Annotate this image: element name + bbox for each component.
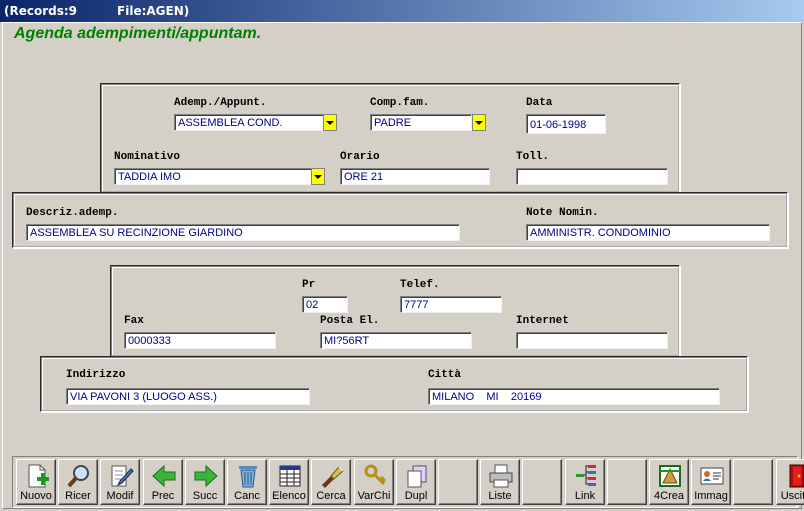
posta-field[interactable]: MI?56RT	[320, 332, 472, 349]
flashlight-icon	[319, 463, 345, 489]
descrizione-label: Descriz.ademp.	[26, 207, 119, 219]
toolbar-button-uscita[interactable]: Uscita	[776, 459, 804, 505]
citta-label: Città	[428, 369, 462, 381]
toolbar-button-label: Link	[574, 490, 596, 502]
toolbar-button-empty	[438, 459, 478, 505]
toolbar-button-canc[interactable]: Canc	[227, 459, 267, 505]
citta-value: MILANO MI 20169	[432, 391, 542, 403]
toolbar-button-label: Succ	[192, 490, 218, 502]
table-icon	[277, 463, 303, 489]
nominativo-field[interactable]: TADDIA IMO	[114, 168, 312, 185]
toolbar-button-label: Immag	[694, 490, 728, 502]
toll-label: Toll.	[516, 151, 550, 163]
citta-field[interactable]: MILANO MI 20169	[428, 388, 720, 405]
nominativo-dropdown-button[interactable]	[311, 168, 325, 185]
toolbar-button-label: Canc	[234, 490, 260, 502]
exit-door-icon	[784, 463, 804, 489]
orario-label: Orario	[340, 151, 380, 163]
trash-icon	[235, 463, 261, 489]
data-field[interactable]: 01-06-1998	[526, 114, 606, 134]
comp-fam-field[interactable]: PADRE	[370, 114, 472, 131]
copy-icon	[404, 463, 430, 489]
toolbar-button-elenco[interactable]: Elenco	[269, 459, 309, 505]
toolbar-button-prec[interactable]: Prec	[143, 459, 183, 505]
arrow-right-icon	[193, 463, 219, 489]
toolbar-button-label: Prec	[151, 490, 175, 502]
toolbar-button-nuovo[interactable]: Nuovo	[16, 459, 56, 505]
pr-label: Pr	[302, 279, 316, 291]
toolbar-button-label: Elenco	[272, 490, 306, 502]
toolbar-button-link[interactable]: Link	[565, 459, 605, 505]
toolbar-button-label: 4Crea	[654, 490, 684, 502]
create-icon	[657, 463, 683, 489]
form-heading: Agenda adempimenti/appuntam.	[14, 25, 262, 42]
toolbar-button-ricer[interactable]: Ricer	[58, 459, 98, 505]
toll-field[interactable]	[516, 168, 668, 185]
toolbar-button-label: VarChi	[357, 490, 391, 502]
chevron-down-icon	[326, 120, 334, 125]
note-label: Note Nomin.	[526, 207, 599, 219]
new-document-icon	[24, 463, 50, 489]
link-tree-icon	[573, 463, 599, 489]
magnifier-icon	[66, 463, 92, 489]
telefono-label: Telef.	[400, 279, 440, 291]
toolbar-button-label: Nuovo	[20, 490, 52, 502]
toolbar-button-succ[interactable]: Succ	[185, 459, 225, 505]
descrizione-field[interactable]: ASSEMBLEA SU RECINZIONE GIARDINO	[26, 224, 460, 241]
toolbar-button-modif[interactable]: Modif	[100, 459, 140, 505]
id-card-icon	[699, 463, 725, 489]
toolbar-button-immag[interactable]: Immag	[691, 459, 731, 505]
toolbar-button-label: Dupl	[404, 490, 428, 502]
fax-label: Fax	[124, 315, 144, 327]
toolbar-button-varchi[interactable]: VarChi	[354, 459, 394, 505]
toolbar-button-4crea[interactable]: 4Crea	[649, 459, 689, 505]
toolbar-button-dupl[interactable]: Dupl	[396, 459, 436, 505]
chevron-down-icon	[475, 120, 483, 125]
toolbar-button-label: Modif	[106, 490, 134, 502]
adempimento-field[interactable]: ASSEMBLEA COND.	[174, 114, 324, 131]
adempimento-label: Ademp./Appunt.	[174, 97, 267, 109]
fax-field[interactable]: 0000333	[124, 332, 276, 349]
note-field[interactable]: AMMINISTR. CONDOMINIO	[526, 224, 770, 241]
comp-fam-dropdown-button[interactable]	[472, 114, 486, 131]
toolbar-button-label: Ricer	[65, 490, 91, 502]
toolbar-button-label: Cerca	[316, 490, 346, 502]
toolbar-button-label: Liste	[488, 490, 512, 502]
arrow-left-icon	[151, 463, 177, 489]
file-name: File:AGEN)	[117, 4, 190, 18]
toolbar-button-cerca[interactable]: Cerca	[311, 459, 351, 505]
toolbar-button-empty	[607, 459, 647, 505]
toolbar-button-liste[interactable]: Liste	[480, 459, 520, 505]
adempimento-dropdown-button[interactable]	[323, 114, 337, 131]
printer-icon	[488, 463, 514, 489]
telefono-field[interactable]: 7777	[400, 296, 502, 313]
toolbar-button-empty	[522, 459, 562, 505]
keys-icon	[362, 463, 388, 489]
toolbar-button-empty	[733, 459, 773, 505]
edit-document-icon	[108, 463, 134, 489]
orario-field[interactable]: ORE 21	[340, 168, 490, 185]
internet-label: Internet	[516, 315, 569, 327]
pr-field[interactable]: 02	[302, 296, 348, 313]
nominativo-label: Nominativo	[114, 151, 181, 163]
title-bar: (Records:9 File:AGEN)	[0, 0, 804, 22]
posta-label: Posta El.	[320, 315, 380, 327]
internet-field[interactable]	[516, 332, 668, 349]
comp-fam-label: Comp.fam.	[370, 97, 430, 109]
indirizzo-field[interactable]: VIA PAVONI 3 (LUOGO ASS.)	[66, 388, 310, 405]
chevron-down-icon	[314, 174, 322, 179]
records-count: (Records:9	[4, 4, 78, 18]
indirizzo-label: Indirizzo	[66, 369, 126, 381]
toolbar-button-label: Uscita	[780, 490, 804, 502]
data-label: Data	[526, 97, 553, 109]
